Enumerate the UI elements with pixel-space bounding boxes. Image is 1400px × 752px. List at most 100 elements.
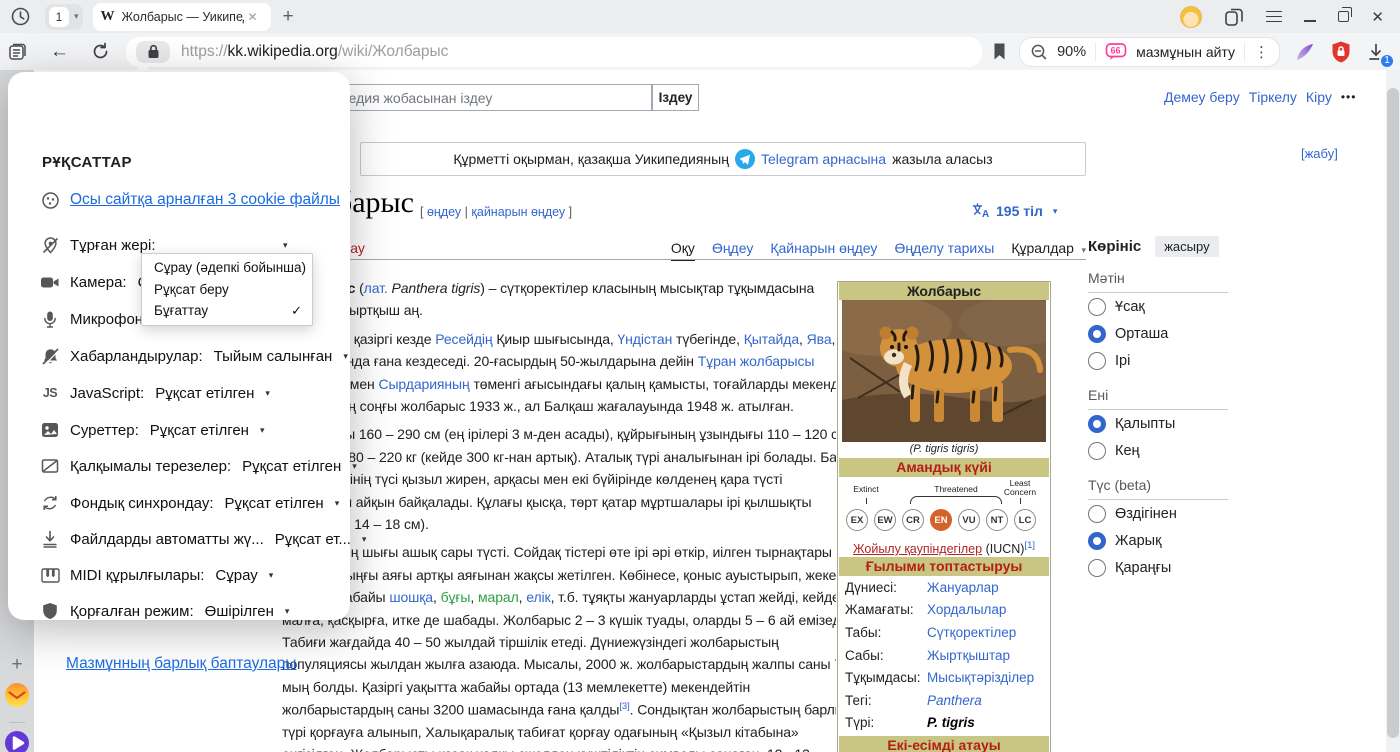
radio-button[interactable]: [1088, 532, 1106, 550]
more-options-icon[interactable]: •••: [1341, 90, 1357, 104]
site-permissions-lock-icon[interactable]: [136, 41, 170, 63]
yandex-mail-icon[interactable]: [0, 682, 34, 708]
permission-row-auto-download[interactable]: Файлдарды автоматты жү...Рұқсат ет...▾: [40, 526, 366, 552]
permission-row-popups[interactable]: Қалқымалы терезелер:Рұқсат етілген▾: [40, 453, 357, 479]
appearance-option-Орташа[interactable]: Орташа: [1088, 320, 1260, 347]
taxonomy-value[interactable]: Хордалылар: [927, 602, 1006, 617]
taxonomy-value[interactable]: Мысықтәрізділер: [927, 670, 1034, 685]
radio-button[interactable]: [1088, 559, 1106, 577]
appearance-option-Ұсақ[interactable]: Ұсақ: [1088, 293, 1260, 320]
dropdown-item[interactable]: Бұғаттау✓: [142, 300, 312, 322]
edit-link[interactable]: өңдеу: [427, 205, 461, 219]
permission-row-js[interactable]: JSJavaScript:Рұқсат етілген▾: [40, 380, 270, 406]
wiki-search-input[interactable]: Уикипедия жобасынан іздеу: [298, 84, 652, 111]
article-link[interactable]: Ресейдің: [435, 331, 492, 347]
article-link[interactable]: Қытайда: [744, 331, 799, 347]
reload-button[interactable]: [91, 42, 110, 61]
appearance-option-Өздігінен[interactable]: Өздігінен: [1088, 500, 1260, 527]
tab-group-selector[interactable]: 1 ▾: [45, 4, 83, 30]
pen-icon[interactable]: [1294, 41, 1316, 63]
radio-button[interactable]: [1088, 298, 1106, 316]
scrollbar-thumb[interactable]: [1387, 88, 1399, 738]
article-link[interactable]: шошқа: [389, 589, 433, 605]
telegram-channel-link[interactable]: Telegram арнасына: [761, 151, 886, 167]
article-link[interactable]: лат.: [364, 280, 388, 296]
account-link[interactable]: Тіркелу: [1249, 89, 1297, 105]
permission-row-location-off[interactable]: Тұрған жері:▾: [40, 232, 156, 258]
iucn-status-link[interactable]: Жойылу қаупіндегілер: [853, 542, 982, 556]
page-tab-Өңделу тарихы[interactable]: Өңделу тарихы: [894, 240, 994, 261]
radio-button[interactable]: [1088, 505, 1106, 523]
protect-shield-icon[interactable]: [1330, 40, 1352, 64]
article-link-green[interactable]: бұғы: [441, 589, 471, 605]
back-button[interactable]: ←: [50, 41, 69, 63]
permission-row-images[interactable]: Суреттер:Рұқсат етілген▾: [40, 417, 265, 443]
read-aloud-icon[interactable]: 66: [1105, 42, 1127, 61]
page-tab-Өңдеу[interactable]: Өңдеу: [712, 240, 753, 261]
appearance-option-Жарық[interactable]: Жарық: [1088, 527, 1260, 554]
reading-list-icon[interactable]: [7, 41, 28, 62]
alice-icon[interactable]: [0, 730, 34, 752]
appearance-option-Қалыпты[interactable]: Қалыпты: [1088, 410, 1260, 437]
reference-link[interactable]: [3]: [619, 701, 629, 712]
permission-row-microphone[interactable]: Микрофон:: [40, 306, 147, 332]
edit-source-link[interactable]: қайнарын өңдеу: [471, 205, 565, 219]
cookies-link[interactable]: Осы сайтқа арналған 3 cookie файлы: [70, 191, 340, 209]
dropdown-item[interactable]: Рұқсат беру: [142, 279, 312, 301]
taxonomy-value[interactable]: Panthera: [927, 693, 982, 708]
panels-icon[interactable]: [1224, 7, 1244, 27]
taxonomy-value[interactable]: Жануарлар: [927, 580, 999, 595]
permission-row-background-sync[interactable]: Фондық синхрондау:Рұқсат етілген▾: [40, 490, 339, 516]
address-bar[interactable]: https://kk.wikipedia.org/wiki/Жолбарыс: [126, 37, 982, 67]
downloads-button[interactable]: 1: [1366, 42, 1386, 62]
article-link[interactable]: Тұран жолбарысы: [698, 353, 815, 369]
all-content-settings-link[interactable]: Мазмұнның барлық баптаулары: [66, 655, 296, 673]
appearance-hide-button[interactable]: жасыру: [1155, 236, 1218, 257]
dropdown-item[interactable]: Сұрау (әдепкі бойынша): [142, 257, 312, 279]
taxonomy-value[interactable]: Сүтқоректілер: [927, 625, 1016, 640]
language-selector[interactable]: A 195 тіл ▾: [972, 203, 1057, 219]
account-link[interactable]: Кіру: [1306, 89, 1332, 105]
page-tab-Құралдар[interactable]: Құралдар ▾: [1011, 240, 1086, 261]
radio-button[interactable]: [1088, 415, 1106, 433]
page-tab-Қайнарын өңдеу[interactable]: Қайнарын өңдеу: [770, 240, 877, 261]
account-link[interactable]: Демеу беру: [1164, 89, 1240, 105]
radio-button[interactable]: [1088, 442, 1106, 460]
tab-close-icon[interactable]: ✕: [248, 10, 258, 24]
zoom-out-icon[interactable]: [1030, 43, 1048, 61]
maximize-button[interactable]: [1338, 11, 1349, 22]
minimize-button[interactable]: [1304, 20, 1316, 22]
active-tab[interactable]: W Жолбарыс — Уикипеди ✕: [93, 3, 271, 31]
menu-icon[interactable]: [1266, 11, 1282, 23]
cookies-row[interactable]: Осы сайтқа арналған 3 cookie файлы: [40, 190, 340, 210]
appearance-option-Ірі[interactable]: Ірі: [1088, 347, 1260, 374]
bookmark-icon[interactable]: [992, 42, 1007, 61]
wiki-search-button[interactable]: Іздеу: [652, 84, 699, 111]
appearance-option-Кең[interactable]: Кең: [1088, 437, 1260, 464]
sidebar-add-icon[interactable]: +: [0, 654, 34, 676]
article-link[interactable]: Үндістан: [617, 331, 672, 347]
close-window-button[interactable]: ✕: [1371, 8, 1384, 26]
history-clock-icon[interactable]: [10, 6, 31, 27]
tiger-photo[interactable]: [842, 300, 1046, 442]
taxonomy-value[interactable]: Жыртқыштар: [927, 648, 1010, 663]
banner-close-link[interactable]: [жабу]: [1301, 146, 1338, 161]
article-link[interactable]: елік: [526, 589, 550, 605]
zoom-level[interactable]: 90%: [1057, 44, 1086, 60]
read-aloud-label[interactable]: мазмұнын айту: [1136, 44, 1235, 60]
protected-mode-icon: [40, 601, 60, 621]
page-tab-Оқу[interactable]: Оқу: [671, 240, 695, 261]
permission-row-protected-mode[interactable]: Қорғалған режим:Өшірілген▾: [40, 598, 289, 624]
permission-row-midi[interactable]: MIDI құрылғылары:Сұрау▾: [40, 562, 273, 588]
article-link[interactable]: Сырдарияның: [378, 376, 469, 392]
radio-button[interactable]: [1088, 325, 1106, 343]
permission-row-notifications-off[interactable]: Хабарландырулар:Тыйым салынған▾: [40, 343, 348, 369]
profile-avatar[interactable]: [1180, 6, 1202, 28]
kebab-menu-icon[interactable]: ⋮: [1254, 43, 1269, 61]
article-link-green[interactable]: марал: [478, 589, 519, 605]
iucn-ref[interactable]: [1]: [1024, 540, 1035, 551]
radio-button[interactable]: [1088, 352, 1106, 370]
new-tab-button[interactable]: +: [283, 6, 294, 28]
article-link[interactable]: Ява: [807, 331, 832, 347]
appearance-option-Қараңғы[interactable]: Қараңғы: [1088, 554, 1260, 581]
